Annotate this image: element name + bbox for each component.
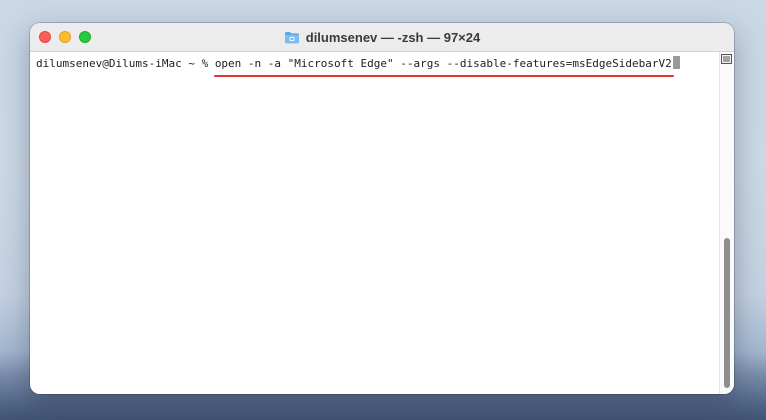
terminal-line: dilumsenev@Dilums-iMac ~ % open -n -a "M… [36,56,680,77]
window-title-group: dilumsenev — -zsh — 97×24 [30,23,734,51]
command-text: open -n -a "Microsoft Edge" --args --dis… [214,57,672,70]
text-cursor [672,56,680,69]
title-bar[interactable]: dilumsenev — -zsh — 97×24 [30,23,734,52]
terminal-window: dilumsenev — -zsh — 97×24 dilumsenev@Dil… [30,23,734,394]
shell-prompt: dilumsenev@Dilums-iMac ~ % [36,57,215,70]
vertical-scrollbar[interactable] [719,52,734,394]
scrollbar-thumb[interactable] [724,238,730,388]
folder-icon [284,31,300,44]
window-title: dilumsenev — -zsh — 97×24 [305,29,481,45]
terminal-content[interactable]: dilumsenev@Dilums-iMac ~ % open -n -a "M… [30,52,734,394]
highlight-underline [213,75,674,77]
split-pane-icon[interactable] [720,52,733,66]
typed-command: open -n -a "Microsoft Edge" --args --dis… [213,57,674,77]
